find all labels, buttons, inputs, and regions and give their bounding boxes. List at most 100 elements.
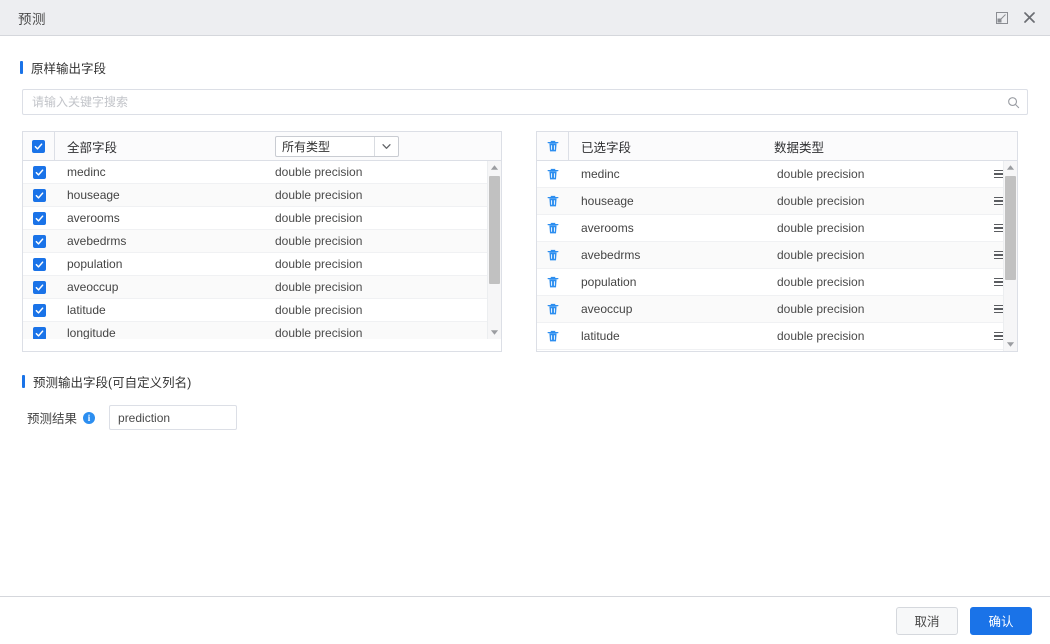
field-type: double precision <box>777 194 865 208</box>
field-type: double precision <box>777 329 865 343</box>
table-row[interactable]: aveoccup double precision <box>537 296 1017 323</box>
delete-all-cell <box>537 132 569 160</box>
field-type: double precision <box>777 167 865 181</box>
row-delete-cell <box>537 242 569 268</box>
type-filter-cell: 所有类型 <box>267 135 485 157</box>
table-row[interactable]: latitude double precision <box>23 299 501 322</box>
chevron-down-icon <box>374 136 398 156</box>
trash-icon[interactable] <box>547 140 559 153</box>
table-row[interactable]: avebedrms double precision <box>23 230 501 253</box>
row-checkbox[interactable] <box>32 211 46 225</box>
selected-fields-panel: 已选字段 数据类型 medinc double precision houseage… <box>536 131 1018 352</box>
select-all-checkbox[interactable] <box>32 139 45 153</box>
field-type: double precision <box>777 221 865 235</box>
row-checkbox-cell <box>23 207 55 229</box>
row-delete-cell <box>537 323 569 349</box>
field-type: double precision <box>275 165 363 179</box>
scroll-down-icon[interactable] <box>1006 338 1015 351</box>
scroll-up-icon[interactable] <box>490 161 499 174</box>
close-icon[interactable] <box>1022 11 1036 25</box>
all-fields-header: 全部字段 所有类型 <box>23 132 501 161</box>
field-type: double precision <box>275 188 363 202</box>
section-accent-bar <box>22 375 25 388</box>
row-checkbox[interactable] <box>32 234 46 248</box>
scroll-down-icon[interactable] <box>490 326 499 339</box>
data-type-column-header: 数据类型 <box>774 140 825 155</box>
field-name: averooms <box>581 221 634 235</box>
row-checkbox-cell <box>23 161 55 183</box>
field-type: double precision <box>777 275 865 289</box>
field-name: latitude <box>67 303 106 317</box>
row-checkbox-cell <box>23 253 55 275</box>
page-title: 预测 <box>18 11 46 27</box>
table-row[interactable]: houseage double precision <box>537 188 1017 215</box>
dialog-footer: 取消 确认 <box>0 596 1050 644</box>
row-checkbox[interactable] <box>32 257 46 271</box>
row-checkbox-cell <box>23 322 55 339</box>
source-fields-title: 原样输出字段 <box>31 62 107 76</box>
field-name: aveoccup <box>67 280 119 294</box>
row-checkbox[interactable] <box>32 303 46 317</box>
all-fields-scrollbar[interactable] <box>487 161 501 339</box>
field-name: medinc <box>67 165 106 179</box>
prediction-result-row: 预测结果 i <box>22 405 1028 430</box>
scroll-track[interactable] <box>488 174 501 326</box>
field-name: avebedrms <box>581 248 641 262</box>
trash-icon[interactable] <box>547 249 559 262</box>
selected-fields-scrollbar[interactable] <box>1003 161 1017 351</box>
source-fields-section-header: 原样输出字段 <box>20 58 1030 77</box>
table-row[interactable]: avebedrms double precision <box>537 242 1017 269</box>
type-filter-select[interactable]: 所有类型 <box>275 135 399 157</box>
row-checkbox[interactable] <box>32 165 46 179</box>
row-checkbox-cell <box>23 230 55 252</box>
scroll-thumb[interactable] <box>489 176 500 284</box>
table-row[interactable]: latitude double precision <box>537 323 1017 350</box>
table-row[interactable]: medinc double precision <box>537 161 1017 188</box>
trash-icon[interactable] <box>547 168 559 181</box>
prediction-column-name-input[interactable] <box>109 405 238 430</box>
trash-icon[interactable] <box>547 195 559 208</box>
field-transfer-panels: 全部字段 所有类型 medinc double precision housea… <box>22 131 1028 352</box>
field-name: population <box>581 275 637 289</box>
trash-icon[interactable] <box>547 330 559 343</box>
row-checkbox-cell <box>23 276 55 298</box>
table-row[interactable]: aveoccup double precision <box>23 276 501 299</box>
selected-fields-rows: medinc double precision houseage double pre… <box>537 161 1017 351</box>
trash-icon[interactable] <box>547 303 559 316</box>
table-row[interactable]: population double precision <box>23 253 501 276</box>
row-checkbox[interactable] <box>32 280 46 294</box>
info-icon[interactable]: i <box>83 411 96 424</box>
field-type: double precision <box>275 280 363 294</box>
field-name: averooms <box>67 211 120 225</box>
row-checkbox[interactable] <box>32 188 46 202</box>
prediction-dialog: 预测 原样输出字段 请输入关键字搜索 全部字段 所有类型 medinc doub… <box>0 0 1050 644</box>
table-row[interactable]: population double precision <box>537 269 1017 296</box>
maximize-icon[interactable] <box>995 11 1009 25</box>
prediction-result-label: 预测结果 <box>27 412 78 426</box>
row-delete-cell <box>537 215 569 241</box>
row-checkbox-cell <box>23 299 55 321</box>
cancel-button[interactable]: 取消 <box>896 606 958 635</box>
scroll-up-icon[interactable] <box>1006 161 1015 174</box>
search-input[interactable] <box>22 89 1028 115</box>
trash-icon[interactable] <box>547 276 559 289</box>
table-row[interactable]: houseage double precision <box>23 184 501 207</box>
table-row[interactable]: averooms double precision <box>537 215 1017 242</box>
output-field-section: 预测输出字段(可自定义列名) 预测结果 i <box>22 372 1028 430</box>
selected-fields-column-header: 已选字段 <box>581 140 632 155</box>
table-row[interactable]: longitude double precision <box>23 322 501 339</box>
row-delete-cell <box>537 161 569 187</box>
scroll-track[interactable] <box>1004 174 1017 338</box>
row-checkbox[interactable] <box>32 326 46 339</box>
output-field-title: 预测输出字段(可自定义列名) <box>33 376 192 390</box>
table-row[interactable]: medinc double precision <box>23 161 501 184</box>
field-type: double precision <box>275 303 363 317</box>
dialog-titlebar: 预测 <box>0 0 1050 36</box>
selected-fields-header: 已选字段 数据类型 <box>537 132 1017 161</box>
field-type: double precision <box>275 326 363 339</box>
trash-icon[interactable] <box>547 222 559 235</box>
scroll-thumb[interactable] <box>1005 176 1016 280</box>
confirm-button[interactable]: 确认 <box>970 606 1032 635</box>
table-row[interactable]: averooms double precision <box>23 207 501 230</box>
all-fields-column-header: 全部字段 <box>67 140 118 155</box>
